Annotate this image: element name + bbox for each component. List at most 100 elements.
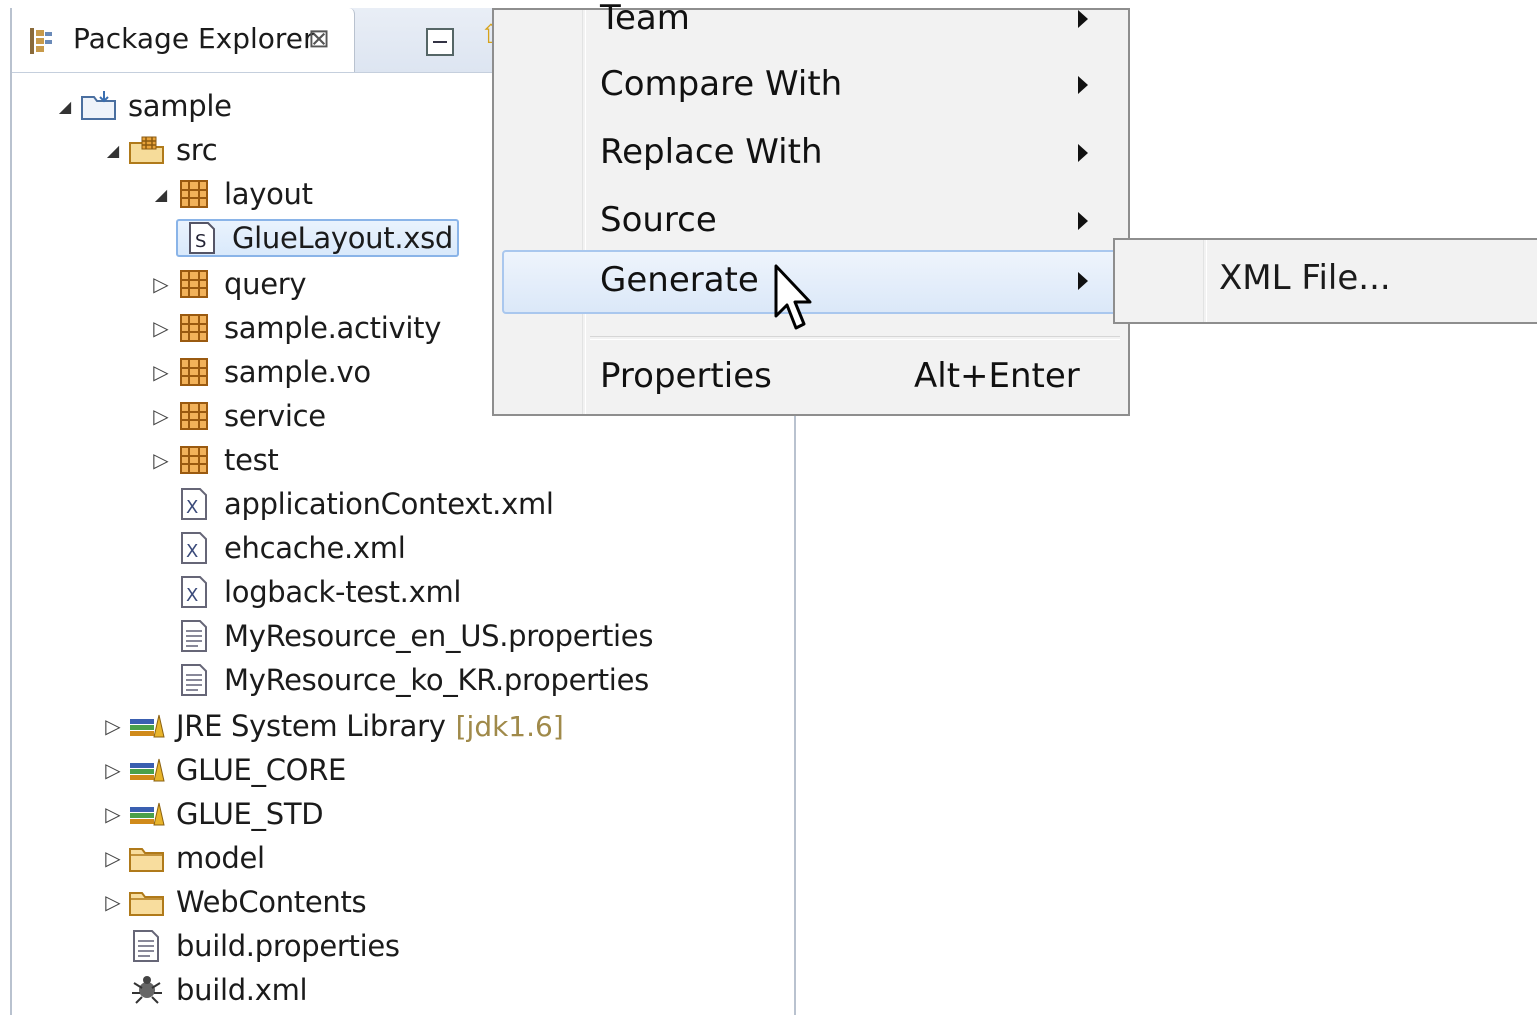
tree-item-label: test <box>224 443 279 477</box>
tree-item-label: WebContents <box>176 885 367 919</box>
tree-item-content: XapplicationContext.xml <box>176 487 554 521</box>
tree-item[interactable]: ▷ sample.vo <box>146 352 371 392</box>
tree-item-content: MyResource_ko_KR.properties <box>176 663 649 697</box>
properties-file-icon <box>128 929 166 963</box>
properties-file-icon <box>176 619 214 653</box>
menu-icon-gutter <box>1203 240 1207 322</box>
menu-item-source[interactable]: Source <box>502 190 1120 254</box>
tree-item[interactable]: ◢ layout <box>146 174 313 214</box>
submenu-arrow-icon <box>1078 144 1088 162</box>
library-icon <box>128 709 166 743</box>
menu-item-team[interactable]: Team <box>502 0 1120 52</box>
package-explorer-icon <box>30 28 52 54</box>
selected-item: S GlueLayout.xsd <box>176 219 460 257</box>
package-icon <box>176 443 214 477</box>
package-icon <box>176 177 214 211</box>
collapse-arrow-icon[interactable]: ◢ <box>50 97 80 116</box>
tab-package-explorer[interactable]: Package Explorer ⊠ <box>12 8 355 72</box>
expand-arrow-icon[interactable]: ▷ <box>98 714 128 738</box>
tree-item-content: src <box>128 133 218 167</box>
tree-item-content: JRE System Library [jdk1.6] <box>128 709 564 743</box>
tree-item-label: GLUE_CORE <box>176 753 347 787</box>
svg-text:X: X <box>186 585 198 606</box>
generate-submenu: XML File... <box>1113 238 1537 324</box>
expand-arrow-icon[interactable]: ▷ <box>98 802 128 826</box>
menu-item-compare-with[interactable]: Compare With <box>502 54 1120 118</box>
expand-arrow-icon[interactable]: ▷ <box>146 448 176 472</box>
folder-icon <box>128 841 166 875</box>
menu-item-xml-file[interactable]: XML File... <box>1219 258 1391 298</box>
tree-item[interactable]: ◢ sample <box>50 86 232 126</box>
tree-item-label: build.xml <box>176 973 308 1007</box>
folder-icon <box>128 885 166 919</box>
tree-item[interactable]: ▷ WebContents <box>98 882 366 922</box>
view-title: Package Explorer <box>73 22 315 55</box>
tree-item-label: MyResource_ko_KR.properties <box>224 663 649 697</box>
menu-item-replace-with[interactable]: Replace With <box>502 122 1120 186</box>
tree-item-content: service <box>176 399 326 433</box>
collapse-arrow-icon[interactable]: ◢ <box>98 141 128 160</box>
tree-item[interactable]: ▷ JRE System Library [jdk1.6] <box>98 706 564 746</box>
tree-item[interactable]: ▷ query <box>146 264 306 304</box>
submenu-arrow-icon <box>1078 272 1088 290</box>
expand-arrow-icon[interactable]: ▷ <box>98 890 128 914</box>
tree-item-content: WebContents <box>128 885 367 919</box>
library-icon <box>128 797 166 831</box>
tree-item-label: sample.activity <box>224 311 442 345</box>
tree-item-label: applicationContext.xml <box>224 487 554 521</box>
package-icon <box>176 355 214 389</box>
collapse-all-icon[interactable] <box>426 28 454 56</box>
close-icon[interactable]: ⊠ <box>308 24 330 54</box>
expand-arrow-icon[interactable]: ▷ <box>98 846 128 870</box>
tree-item[interactable]: build.xml <box>98 970 308 1010</box>
tree-item-content: build.properties <box>128 929 400 963</box>
tree-item-label: build.properties <box>176 929 400 963</box>
submenu-arrow-icon <box>1078 10 1088 28</box>
tree-item-label: JRE System Library <box>176 709 446 743</box>
expand-arrow-icon[interactable]: ▷ <box>146 404 176 428</box>
menu-item-label: Generate <box>600 260 759 300</box>
tree-item[interactable]: MyResource_ko_KR.properties <box>146 660 649 700</box>
expand-arrow-icon[interactable]: ▷ <box>146 272 176 296</box>
tree-item-label: src <box>176 133 218 167</box>
tree-item[interactable]: ▷ sample.activity <box>146 308 441 348</box>
menu-item-label: Team <box>600 0 690 38</box>
tree-item-content: GLUE_STD <box>128 797 324 831</box>
tree-item[interactable]: Xehcache.xml <box>146 528 406 568</box>
svg-text:X: X <box>186 497 198 518</box>
svg-text:S: S <box>195 231 206 252</box>
menu-item-label: Compare With <box>600 64 843 104</box>
tree-item[interactable]: MyResource_en_US.properties <box>146 616 653 656</box>
menu-item-properties[interactable]: Properties Alt+Enter <box>502 346 1120 410</box>
tree-item-label: logback-test.xml <box>224 575 462 609</box>
expand-arrow-icon[interactable]: ▷ <box>146 360 176 384</box>
tree-item[interactable]: XapplicationContext.xml <box>146 484 554 524</box>
tree-item-label: sample <box>128 89 232 123</box>
xml-file-icon: X <box>176 575 214 609</box>
tree-item[interactable]: ◢ src <box>98 130 218 170</box>
tree-item-content: MyResource_en_US.properties <box>176 619 653 653</box>
menu-item-label: Replace With <box>600 132 823 172</box>
menu-item-accelerator: Alt+Enter <box>914 356 1080 396</box>
tree-item-content: GLUE_CORE <box>128 753 346 787</box>
tree-item-label: ehcache.xml <box>224 531 406 565</box>
tree-item-label: service <box>224 399 326 433</box>
tree-item[interactable]: ▷ service <box>146 396 326 436</box>
tree-item[interactable]: ▷ test <box>146 440 279 480</box>
tree-item[interactable]: ▷ GLUE_CORE <box>98 750 346 790</box>
tree-item-content: Xehcache.xml <box>176 531 406 565</box>
expand-arrow-icon[interactable]: ▷ <box>98 758 128 782</box>
tree-item-label: query <box>224 267 307 301</box>
xml-file-icon: X <box>176 487 214 521</box>
collapse-arrow-icon[interactable]: ◢ <box>146 185 176 204</box>
tree-item-label: MyResource_en_US.properties <box>224 619 654 653</box>
tree-item-content: layout <box>176 177 313 211</box>
tree-item[interactable]: Xlogback-test.xml <box>146 572 461 612</box>
tree-item-content: query <box>176 267 307 301</box>
tree-item[interactable]: ▷ model <box>98 838 265 878</box>
tree-item[interactable]: S GlueLayout.xsd <box>146 218 460 258</box>
tree-item[interactable]: build.properties <box>98 926 400 966</box>
expand-arrow-icon[interactable]: ▷ <box>146 316 176 340</box>
tree-item[interactable]: ▷ GLUE_STD <box>98 794 323 834</box>
menu-item-label: Source <box>600 200 717 240</box>
